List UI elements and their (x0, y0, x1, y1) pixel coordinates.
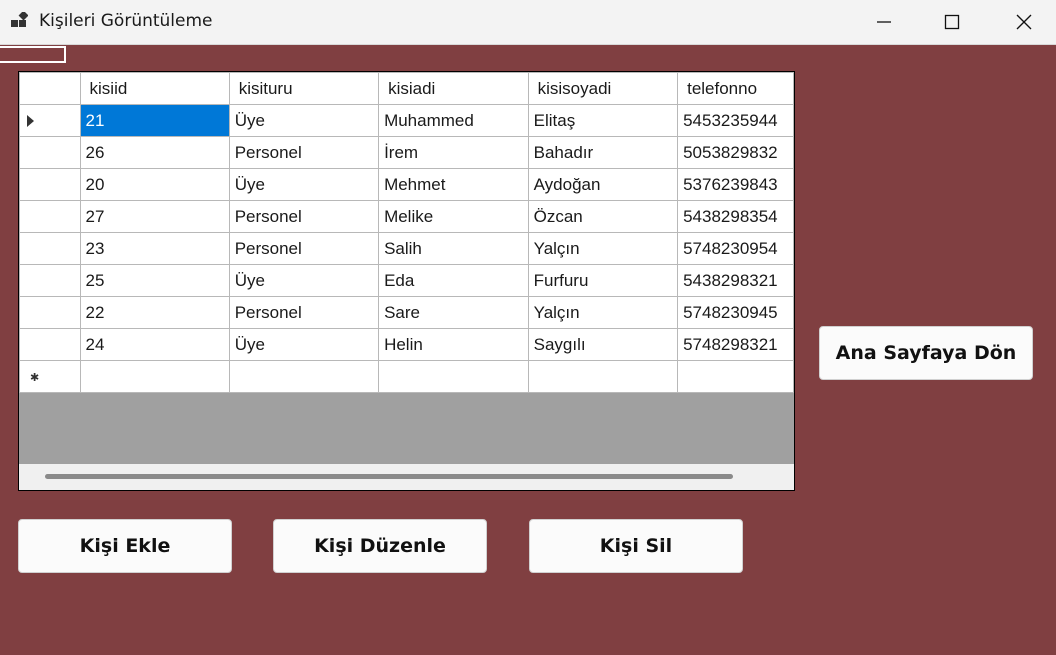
new-row-icon: ✱ (30, 372, 40, 384)
cell-kisiid[interactable]: 22 (79, 296, 230, 329)
cell-kisituru[interactable] (228, 360, 380, 393)
column-header-kisiid[interactable]: kisiid (79, 72, 230, 105)
cell-kisisoyadi[interactable]: Elitaş (527, 104, 679, 137)
row-header[interactable] (19, 264, 81, 297)
delete-person-button[interactable]: Kişi Sil (529, 519, 743, 573)
new-row[interactable]: ✱ (19, 360, 794, 393)
cell-kisisoyadi[interactable]: Furfuru (527, 264, 679, 297)
cell-kisiadi[interactable]: Salih (378, 232, 529, 265)
column-header-telefonno[interactable]: telefonno (677, 72, 794, 105)
minimize-icon (877, 21, 891, 23)
cell-kisiid[interactable] (79, 360, 230, 393)
row-header[interactable] (19, 232, 81, 265)
minimize-button[interactable] (856, 0, 912, 44)
cell-telefonno[interactable]: 5438298354 (677, 200, 794, 233)
cell-kisituru[interactable]: Üye (228, 328, 380, 361)
header-row: kisiid kisituru kisiadi kisisoyadi telef… (19, 72, 794, 105)
window-title: Kişileri Görüntüleme (39, 11, 213, 31)
cell-telefonno[interactable]: 5748298321 (677, 328, 794, 361)
column-header-kisituru[interactable]: kisituru (228, 72, 380, 105)
cell-kisituru[interactable]: Üye (228, 168, 380, 201)
row-header[interactable] (19, 104, 81, 137)
table-row[interactable]: 20 Üye Mehmet Aydoğan 5376239843 (19, 168, 794, 201)
row-header[interactable] (19, 136, 81, 169)
row-header[interactable] (19, 168, 81, 201)
cell-kisisoyadi[interactable]: Saygılı (527, 328, 679, 361)
close-button[interactable] (996, 0, 1052, 44)
cell-kisituru[interactable]: Personel (228, 296, 380, 329)
close-icon (1016, 14, 1032, 30)
row-header[interactable] (19, 200, 81, 233)
cell-kisiadi[interactable]: Mehmet (378, 168, 529, 201)
cell-kisiadi[interactable]: Melike (378, 200, 529, 233)
cell-kisisoyadi[interactable] (527, 360, 679, 393)
cell-kisituru[interactable]: Üye (228, 104, 380, 137)
cell-telefonno[interactable]: 5376239843 (677, 168, 794, 201)
cell-kisiid[interactable]: 26 (79, 136, 230, 169)
cell-kisituru[interactable]: Personel (228, 232, 380, 265)
cell-telefonno[interactable]: 5748230954 (677, 232, 794, 265)
data-grid[interactable]: kisiid kisituru kisiadi kisisoyadi telef… (18, 71, 795, 491)
cell-kisiid[interactable]: 23 (79, 232, 230, 265)
edit-person-button[interactable]: Kişi Düzenle (273, 519, 487, 573)
cell-kisisoyadi[interactable]: Aydoğan (527, 168, 679, 201)
cell-kisiadi[interactable]: Eda (378, 264, 529, 297)
cell-kisiadi[interactable]: Helin (378, 328, 529, 361)
table-row[interactable]: 27 Personel Melike Özcan 5438298354 (19, 200, 794, 233)
cell-kisiid[interactable]: 25 (79, 264, 230, 297)
cell-kisiid[interactable]: 20 (79, 168, 230, 201)
scrollbar-thumb[interactable] (45, 474, 733, 479)
table-row[interactable]: 23 Personel Salih Yalçın 5748230954 (19, 232, 794, 265)
home-button[interactable]: Ana Sayfaya Dön (819, 326, 1033, 380)
table-row[interactable]: 22 Personel Sare Yalçın 5748230945 (19, 296, 794, 329)
add-person-button[interactable]: Kişi Ekle (18, 519, 232, 573)
column-header-kisiadi[interactable]: kisiadi (378, 72, 529, 105)
cell-kisiid[interactable]: 24 (79, 328, 230, 361)
table-row[interactable]: 25 Üye Eda Furfuru 5438298321 (19, 264, 794, 297)
cell-kisiadi[interactable]: Sare (378, 296, 529, 329)
column-header-kisisoyadi[interactable]: kisisoyadi (527, 72, 679, 105)
cell-telefonno[interactable]: 5438298321 (677, 264, 794, 297)
cell-kisiid[interactable]: 27 (79, 200, 230, 233)
cell-kisiid[interactable]: 21 (79, 104, 230, 137)
cell-telefonno[interactable] (677, 360, 794, 393)
cell-kisituru[interactable]: Üye (228, 264, 380, 297)
cell-kisisoyadi[interactable]: Bahadır (527, 136, 679, 169)
cell-kisituru[interactable]: Personel (228, 136, 380, 169)
table-row[interactable]: 26 Personel İrem Bahadır 5053829832 (19, 136, 794, 169)
app-icon (11, 12, 28, 27)
cell-kisisoyadi[interactable]: Yalçın (527, 296, 679, 329)
title-bar: Kişileri Görüntüleme (0, 0, 1056, 45)
cell-kisiadi[interactable] (378, 360, 529, 393)
cell-telefonno[interactable]: 5053829832 (677, 136, 794, 169)
grid-table: kisiid kisituru kisiadi kisisoyadi telef… (19, 72, 794, 393)
cell-kisituru[interactable]: Personel (228, 200, 380, 233)
cell-kisisoyadi[interactable]: Özcan (527, 200, 679, 233)
maximize-icon (944, 14, 960, 30)
text-input[interactable] (0, 46, 66, 63)
table-row[interactable]: 24 Üye Helin Saygılı 5748298321 (19, 328, 794, 361)
horizontal-scrollbar[interactable] (19, 464, 794, 490)
maximize-button[interactable] (924, 0, 980, 44)
row-header[interactable]: ✱ (19, 360, 81, 393)
row-header[interactable] (19, 328, 81, 361)
cell-telefonno[interactable]: 5748230945 (677, 296, 794, 329)
current-row-arrow-icon (27, 115, 34, 127)
cell-telefonno[interactable]: 5453235944 (677, 104, 794, 137)
row-header[interactable] (19, 296, 81, 329)
corner-header[interactable] (19, 72, 81, 105)
cell-kisisoyadi[interactable]: Yalçın (527, 232, 679, 265)
cell-kisiadi[interactable]: İrem (378, 136, 529, 169)
table-row[interactable]: 21 Üye Muhammed Elitaş 5453235944 (19, 104, 794, 137)
cell-kisiadi[interactable]: Muhammed (378, 104, 529, 137)
